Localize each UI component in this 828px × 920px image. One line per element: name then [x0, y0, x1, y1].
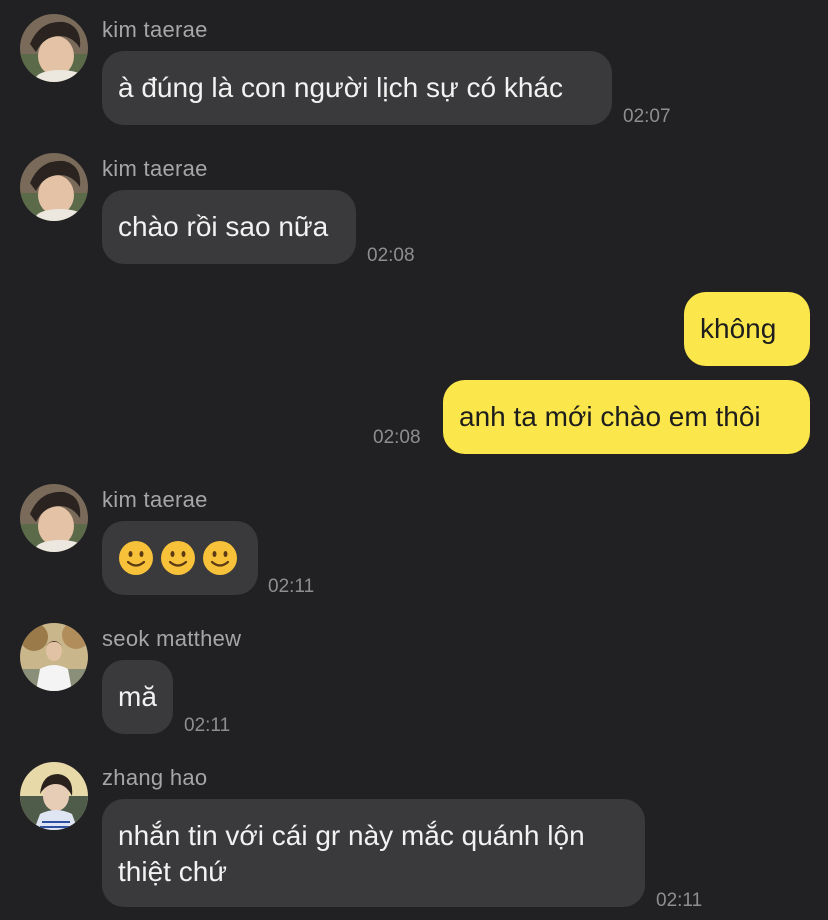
message-timestamp: 02:08 [367, 245, 415, 266]
outgoing-message-bubble[interactable]: không [684, 292, 810, 366]
message-timestamp: 02:07 [623, 106, 671, 127]
message-bubble[interactable]: à đúng là con người lịch sự có khác [102, 51, 612, 125]
sender-name: zhang hao [102, 765, 208, 790]
message-text: mă [118, 681, 157, 712]
message-timestamp: 02:08 [373, 427, 421, 448]
message-bubble[interactable]: nhắn tin với cái gr này mắc quánh lộn th… [102, 799, 645, 907]
slightly-smiling-face-icon [203, 541, 237, 575]
sender-name: kim taerae [102, 487, 208, 512]
message-text: à đúng là con người lịch sự có khác [118, 72, 563, 103]
message-bubble[interactable]: chào rồi sao nữa [102, 190, 356, 264]
message-bubble[interactable]: mă [102, 660, 173, 734]
message-timestamp: 02:11 [268, 576, 315, 597]
sender-name: kim taerae [102, 156, 208, 181]
avatar-seok-matthew[interactable] [20, 623, 88, 691]
message-text: anh ta mới chào em thôi [459, 401, 761, 432]
avatar-zhang-hao[interactable] [20, 762, 88, 830]
sender-name: seok matthew [102, 626, 242, 651]
message-bubble[interactable] [102, 521, 258, 595]
slightly-smiling-face-icon [119, 541, 153, 575]
message-text: nhắn tin với cái gr này mắc quánh lộn th… [118, 820, 585, 887]
avatar-kim-taerae[interactable] [20, 14, 88, 82]
sender-name: kim taerae [102, 17, 208, 42]
avatar-kim-taerae[interactable] [20, 153, 88, 221]
slightly-smiling-face-icon [161, 541, 195, 575]
message-text: không [700, 313, 777, 344]
message-timestamp: 02:11 [656, 890, 703, 911]
outgoing-message-bubble[interactable]: anh ta mới chào em thôi [443, 380, 810, 454]
chat-thread[interactable]: kim taerae à đúng là con người lịch sự c… [0, 0, 828, 920]
message-timestamp: 02:11 [184, 715, 231, 736]
avatar-kim-taerae[interactable] [20, 484, 88, 552]
message-text: chào rồi sao nữa [118, 211, 329, 242]
